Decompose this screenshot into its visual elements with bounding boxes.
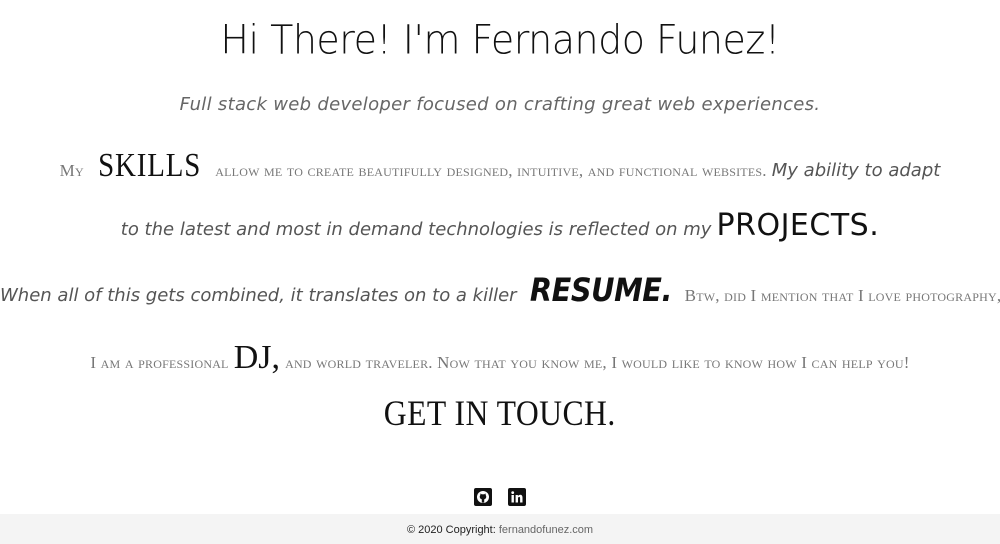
github-link[interactable]	[474, 487, 493, 506]
projects-link[interactable]: PROJECTS.	[717, 208, 880, 243]
bio-text: to the latest and most in demand technol…	[120, 219, 712, 240]
bio-text: allow me to create beautifully designed,…	[215, 161, 767, 180]
bio-line-1: My SKILLS allow me to create beautifully…	[0, 146, 1000, 191]
skills-link[interactable]: SKILLS	[98, 146, 201, 186]
footer: © 2020 Copyright: fernandofunez.com	[0, 514, 1000, 544]
page-title: Hi There! I'm Fernando Funez!	[220, 16, 780, 64]
cta-container: GET IN TOUCH.	[0, 392, 1000, 434]
social-links	[0, 486, 1000, 506]
subtitle: Full stack web developer focused on craf…	[179, 94, 821, 115]
footer-site-link[interactable]: fernandofunez.com	[499, 524, 593, 536]
copyright-text: © 2020 Copyright:	[406, 524, 496, 536]
bio-text: and world traveler. Now that you know me…	[285, 353, 910, 372]
resume-link[interactable]: RESUME.	[530, 270, 673, 310]
linkedin-link[interactable]	[507, 487, 526, 506]
bio-text: My ability to adapt	[771, 160, 941, 181]
bio-text: My	[59, 161, 84, 180]
dj-link[interactable]: DJ,	[234, 339, 280, 376]
bio-text: When all of this gets combined, it trans…	[0, 285, 517, 306]
get-in-touch-link[interactable]: GET IN TOUCH.	[384, 392, 616, 434]
bio-line-4: I am a professional DJ, and world travel…	[0, 338, 1000, 383]
page: Hi There! I'm Fernando Funez! Full stack…	[0, 0, 1000, 544]
github-icon	[474, 487, 493, 506]
bio-text: I am a professional	[90, 353, 229, 372]
bio-text: Btw, did I mention that I love photograp…	[684, 286, 1000, 305]
linkedin-icon	[507, 487, 526, 506]
bio-line-3: When all of this gets combined, it trans…	[0, 270, 1000, 316]
bio-line-2: to the latest and most in demand technol…	[0, 206, 1000, 250]
